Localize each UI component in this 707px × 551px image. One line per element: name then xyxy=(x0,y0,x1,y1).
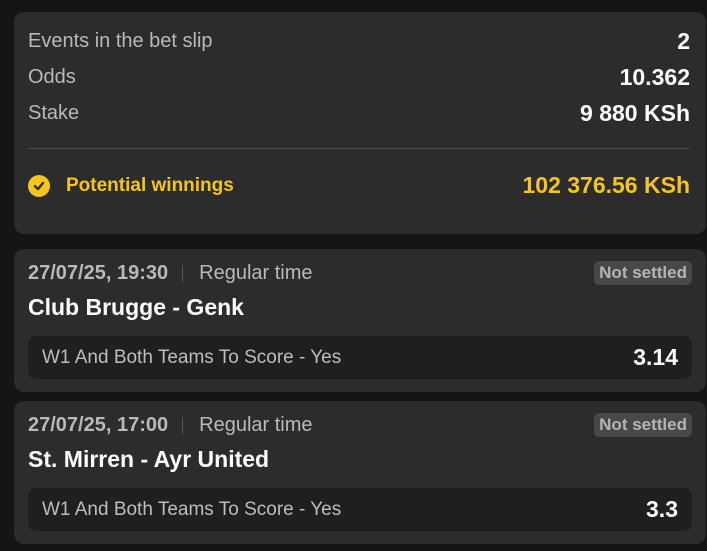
potential-winnings-row: Potential winnings 102 376.56 KSh xyxy=(28,172,690,199)
pick-odds: 3.3 xyxy=(646,496,678,522)
events-count-label: Events in the bet slip xyxy=(28,30,213,52)
events-count-value: 2 xyxy=(677,28,690,54)
pick-row: W1 And Both Teams To Score - Yes 3.14 xyxy=(28,336,692,379)
status-badge: Not settled xyxy=(594,413,692,437)
event-date: 27/07/25, 19:30 xyxy=(28,261,169,284)
odds-value: 10.362 xyxy=(619,64,690,90)
event-period: Regular time xyxy=(199,413,313,436)
event-card[interactable]: 27/07/25, 17:00 Regular time Not settled… xyxy=(14,401,706,544)
status-badge: Not settled xyxy=(594,261,692,285)
check-circle-icon xyxy=(28,174,50,197)
stake-value: 9 880 KSh xyxy=(580,100,690,126)
stake-row: Stake 9 880 KSh xyxy=(28,100,690,127)
potential-winnings-label: Potential winnings xyxy=(66,174,234,196)
bet-summary-card: Events in the bet slip 2 Odds 10.362 Sta… xyxy=(14,12,706,234)
pick-label: W1 And Both Teams To Score - Yes xyxy=(42,498,342,520)
meta-separator xyxy=(182,264,184,282)
meta-separator xyxy=(182,416,184,434)
odds-row: Odds 10.362 xyxy=(28,64,690,91)
event-card[interactable]: 27/07/25, 19:30 Regular time Not settled… xyxy=(14,249,706,392)
pick-odds: 3.14 xyxy=(633,344,678,370)
match-title: St. Mirren - Ayr United xyxy=(28,446,270,472)
stake-label: Stake xyxy=(28,102,80,124)
odds-label: Odds xyxy=(28,66,76,88)
event-header: 27/07/25, 19:30 Regular time Not settled xyxy=(28,261,692,285)
events-count-row: Events in the bet slip 2 xyxy=(28,28,690,55)
bet-slip-page: Events in the bet slip 2 Odds 10.362 Sta… xyxy=(0,0,707,551)
event-date: 27/07/25, 17:00 xyxy=(28,413,169,436)
potential-winnings-value: 102 376.56 KSh xyxy=(522,172,690,198)
pick-label: W1 And Both Teams To Score - Yes xyxy=(42,346,342,368)
match-title: Club Brugge - Genk xyxy=(28,294,244,320)
event-period: Regular time xyxy=(199,261,313,284)
summary-divider xyxy=(28,148,690,149)
pick-row: W1 And Both Teams To Score - Yes 3.3 xyxy=(28,488,692,531)
event-header: 27/07/25, 17:00 Regular time Not settled xyxy=(28,413,692,437)
